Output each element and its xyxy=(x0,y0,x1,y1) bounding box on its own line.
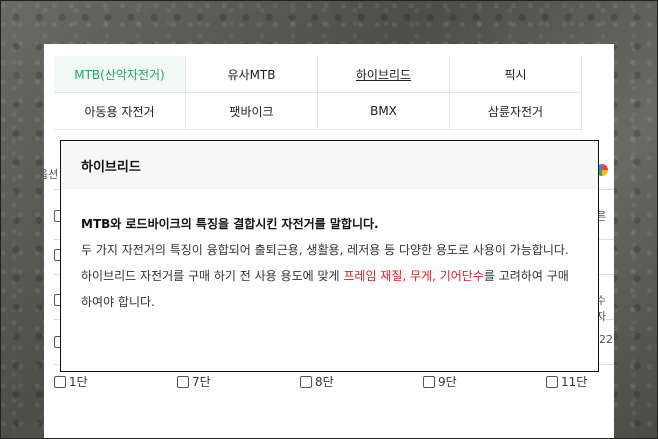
filter-label: 11단 xyxy=(561,375,588,389)
highlight-text: 프레임 재질, 무게, 기어단수 xyxy=(343,269,484,283)
filter-1-speed[interactable]: 1단 xyxy=(54,373,177,390)
popup-lead: MTB와 로드바이크의 특징을 결합시킨 자전거를 말합니다. xyxy=(81,217,379,231)
filter-8-speed[interactable]: 8단 xyxy=(300,373,423,390)
tab-label: 픽시 xyxy=(504,67,527,82)
tab-row-1: MTB(산악자전거) 유사MTB 하이브리드 픽시 xyxy=(54,56,614,93)
option-value: 22 xyxy=(599,333,613,346)
filter-label: 1단 xyxy=(69,375,88,389)
checkbox[interactable] xyxy=(300,375,312,388)
checkbox[interactable] xyxy=(177,375,189,388)
tab-label: 팻바이크 xyxy=(229,104,274,119)
tab-similar-mtb[interactable]: 유사MTB xyxy=(186,56,318,93)
filter-11-speed[interactable]: 11단 xyxy=(546,373,614,390)
tab-bmx[interactable]: BMX xyxy=(318,93,450,130)
filter-9-speed[interactable]: 9단 xyxy=(423,373,546,390)
tab-kids-bike[interactable]: 아동용 자전거 xyxy=(54,93,186,130)
tab-label: 삼륜자전거 xyxy=(487,104,544,119)
filter-label: 9단 xyxy=(438,375,457,389)
checkbox[interactable] xyxy=(546,375,558,388)
category-tabs: MTB(산악자전거) 유사MTB 하이브리드 픽시 아동용 자전거 팻바이크 B… xyxy=(54,56,614,130)
gear-filter-row: 1단 7단 8단 9단 11단 xyxy=(54,373,614,390)
tab-label: BMX xyxy=(370,104,397,118)
tab-fixie[interactable]: 픽시 xyxy=(450,56,582,93)
tab-hybrid[interactable]: 하이브리드 xyxy=(318,56,450,93)
hybrid-info-popup: 하이브리드 MTB와 로드바이크의 특징을 결합시킨 자전거를 말합니다. 두 … xyxy=(60,140,599,372)
tab-label: 아동용 자전거 xyxy=(84,104,155,119)
tab-label: 유사MTB xyxy=(227,67,276,82)
tab-label: MTB(산악자전거) xyxy=(74,67,165,82)
tab-row-2: 아동용 자전거 팻바이크 BMX 삼륜자전거 xyxy=(54,93,614,130)
filter-label: 7단 xyxy=(192,375,211,389)
popup-description: 두 가지 자전거의 특징이 융합되어 출퇴근용, 생활용, 레저용 등 다양한 … xyxy=(81,237,578,315)
tab-tricycle[interactable]: 삼륜자전거 xyxy=(450,93,582,130)
option-label: 옵션 xyxy=(44,168,59,181)
tab-label: 하이브리드 xyxy=(355,67,412,82)
checkbox[interactable] xyxy=(423,375,435,388)
tab-mtb[interactable]: MTB(산악자전거) xyxy=(54,56,186,93)
popup-body: MTB와 로드바이크의 특징을 결합시킨 자전거를 말합니다. 두 가지 자전거… xyxy=(61,189,598,315)
filter-7-speed[interactable]: 7단 xyxy=(177,373,300,390)
tab-fatbike[interactable]: 팻바이크 xyxy=(186,93,318,130)
filter-label: 8단 xyxy=(315,375,334,389)
popup-title: 하이브리드 xyxy=(61,141,598,189)
checkbox[interactable] xyxy=(54,375,66,388)
